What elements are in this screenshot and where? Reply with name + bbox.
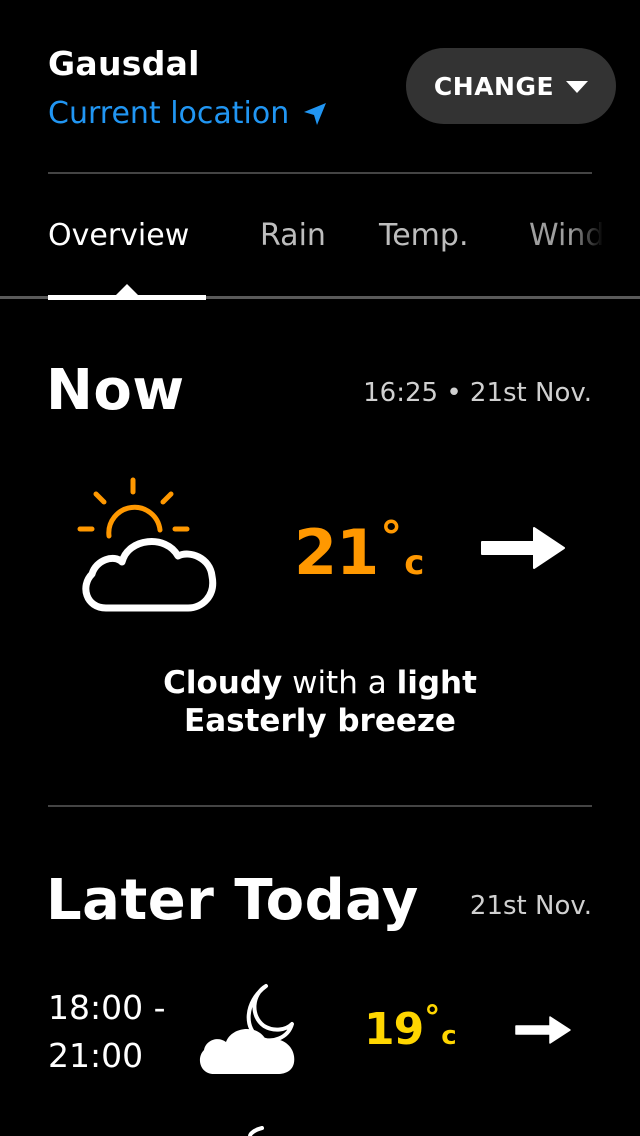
cloudy-night-icon	[199, 984, 295, 1074]
city-name: Gausdal	[48, 44, 200, 83]
summary-connector: with a	[282, 665, 397, 701]
now-title: Now	[46, 358, 185, 423]
wind-arrow-east-icon	[481, 527, 565, 569]
current-location-label: Current location	[48, 96, 290, 131]
summary-condition: Cloudy	[163, 665, 283, 701]
tab-temp[interactable]: Temp.	[379, 218, 469, 253]
later-temperature-value: 19	[364, 1004, 424, 1055]
header-divider	[48, 172, 592, 174]
location-arrow-icon	[304, 102, 327, 125]
tab-wind[interactable]: Wind	[529, 218, 604, 253]
next-row-moon-icon	[248, 1126, 264, 1136]
temperature-unit: c	[404, 543, 425, 583]
tab-rain[interactable]: Rain	[260, 218, 326, 253]
partly-cloudy-day-icon	[77, 477, 217, 612]
tab-overview[interactable]: Overview	[48, 218, 189, 253]
change-button-label: CHANGE	[433, 71, 555, 101]
caret-down-icon	[566, 81, 589, 93]
summary-wind: Easterly breeze	[184, 703, 456, 739]
period-end: 21:00	[48, 1036, 144, 1075]
later-temperature-unit: c	[441, 1021, 457, 1051]
now-timestamp: 16:25 • 21st Nov.	[363, 378, 592, 408]
forecast-period: 18:00 - 21:00	[48, 984, 166, 1080]
section-divider	[48, 805, 592, 807]
weather-summary: Cloudy with a light Easterly breeze	[0, 664, 640, 740]
degree-symbol: °	[380, 512, 403, 563]
later-degree-symbol: °	[424, 998, 441, 1036]
change-location-button[interactable]: CHANGE	[406, 48, 616, 124]
later-wind-arrow-east-icon	[515, 1016, 571, 1044]
later-today-title: Later Today	[46, 868, 419, 933]
period-start: 18:00 -	[48, 988, 166, 1027]
active-tab-notch	[115, 284, 139, 296]
summary-intensity: light	[396, 665, 477, 701]
current-temperature-value: 21	[294, 516, 379, 589]
current-temperature: 21 ° c	[294, 512, 425, 589]
later-today-date: 21st Nov.	[469, 891, 592, 921]
later-temperature: 19 ° c	[364, 998, 457, 1055]
summary-line-2: Easterly breeze	[0, 702, 640, 740]
current-location-link[interactable]: Current location	[48, 96, 327, 131]
summary-line-1: Cloudy with a light	[0, 664, 640, 702]
